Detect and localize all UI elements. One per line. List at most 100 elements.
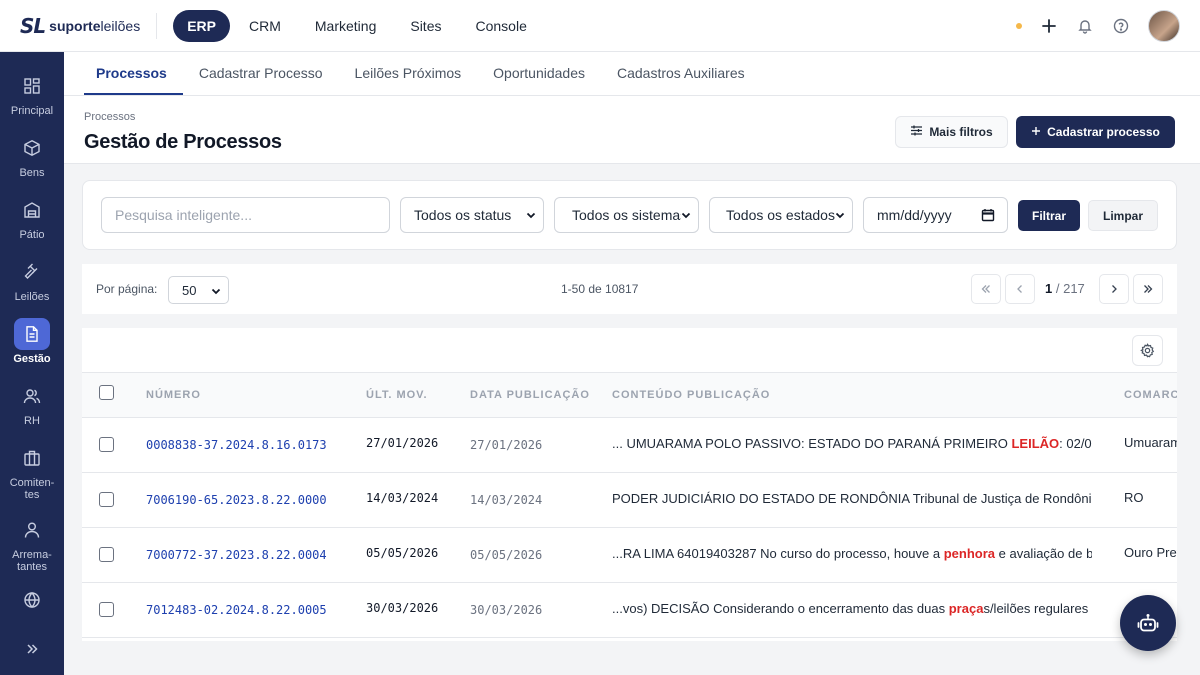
publication-date: 30/03/2026 (470, 603, 543, 617)
row-checkbox[interactable] (99, 492, 114, 507)
user-icon (14, 514, 50, 546)
table-header: NÚMERO ÚLT. MOV. DATA PUBLICAÇÃO CONTEÚD… (82, 372, 1177, 418)
sidebar: Principal Bens Pátio Leilões Gestão RH C… (0, 52, 64, 675)
sidebar-item-patio[interactable]: Pátio (0, 194, 64, 241)
topnav-erp[interactable]: ERP (173, 9, 230, 42)
row-checkbox[interactable] (99, 547, 114, 562)
new-process-button[interactable]: Cadastrar processo (1016, 116, 1175, 148)
status-dot (1016, 23, 1022, 29)
process-number-link[interactable]: 7000772-37.2023.8.22.0004 (146, 548, 327, 562)
tab-oportunidades[interactable]: Oportunidades (477, 52, 601, 95)
plus-icon (1031, 125, 1041, 139)
sidebar-item-comitentes[interactable]: Comiten-tes (0, 442, 64, 501)
page-indicator: 1 / 217 (1045, 281, 1085, 296)
process-number-link[interactable]: 7006190-65.2023.8.22.0000 (146, 493, 327, 507)
divider (156, 12, 158, 39)
status-select-value: Todos os status (414, 207, 512, 223)
last-page-button[interactable] (1133, 274, 1163, 304)
logo-mark: SL (20, 13, 46, 38)
chevron-down-icon (835, 210, 845, 220)
per-page-value: 50 (182, 282, 197, 298)
sidebar-item-rh[interactable]: RH (0, 380, 64, 427)
table-settings-button[interactable] (1132, 335, 1163, 366)
row-checkbox[interactable] (99, 437, 114, 452)
prev-page-button[interactable] (1005, 274, 1035, 304)
column-header[interactable]: DATA PUBLICAÇÃO (470, 389, 590, 401)
sidebar-item-bens[interactable]: Bens (0, 132, 64, 179)
sub-tabs: Processos Cadastrar Processo Leilões Pró… (64, 52, 1200, 96)
publication-date: 27/01/2026 (470, 438, 543, 452)
process-number-link[interactable]: 0008838-37.2024.8.16.0173 (146, 438, 327, 452)
publication-date: 05/05/2026 (470, 548, 543, 562)
search-input[interactable]: Pesquisa inteligente... (101, 197, 390, 233)
states-select[interactable]: Todos os estados (709, 197, 853, 233)
filter-button[interactable]: Filtrar (1018, 200, 1080, 231)
chevron-down-icon (681, 210, 691, 220)
table-row[interactable]: 7006190-65.2023.8.22.0000 14/03/2024 14/… (82, 473, 1177, 528)
top-right-actions (1016, 0, 1180, 52)
sidebar-item-arrematantes[interactable]: Arrema-tantes (0, 514, 64, 573)
sidebar-label: Bens (19, 167, 45, 179)
first-page-button[interactable] (971, 274, 1001, 304)
warehouse-icon (14, 194, 50, 226)
row-checkbox[interactable] (99, 602, 114, 617)
briefcase-icon (14, 442, 50, 474)
publication-content: ...vos) DECISÃO Considerando o encerrame… (612, 601, 1092, 616)
filter-bar: Pesquisa inteligente... Todos os status … (82, 180, 1177, 250)
systems-select[interactable]: Todos os sistemas (554, 197, 699, 233)
date-input[interactable]: mm/dd/yyyy (863, 197, 1008, 233)
sliders-icon (910, 124, 923, 140)
publication-content: ... UMUARAMA POLO PASSIVO: ESTADO DO PAR… (612, 436, 1092, 451)
more-filters-button[interactable]: Mais filtros (895, 116, 1008, 148)
tab-processos[interactable]: Processos (84, 52, 183, 95)
breadcrumb[interactable]: Processos (84, 111, 135, 123)
chevrons-right-icon[interactable] (25, 642, 39, 661)
sidebar-item-leiloes[interactable]: Leilões (0, 256, 64, 303)
new-process-label: Cadastrar processo (1047, 125, 1160, 139)
next-page-button[interactable] (1099, 274, 1129, 304)
avatar[interactable] (1148, 10, 1180, 42)
tab-cadastros-auxiliares[interactable]: Cadastros Auxiliares (601, 52, 761, 95)
table-row[interactable]: 7012483-02.2024.8.22.0005 30/03/2026 30/… (82, 583, 1177, 638)
chevron-down-icon (526, 212, 536, 219)
page-header: Processos Gestão de Processos Mais filtr… (64, 96, 1200, 164)
last-movement: 27/01/2026 (366, 436, 439, 450)
page-title: Gestão de Processos (84, 131, 282, 153)
per-page-select[interactable]: 50 (168, 276, 229, 304)
globe-icon (14, 584, 50, 616)
table-row[interactable]: 0008838-37.2024.8.16.0173 27/01/2026 27/… (82, 418, 1177, 473)
column-header[interactable]: COMARCA (1124, 389, 1177, 401)
tab-leiloes-proximos[interactable]: Leilões Próximos (339, 52, 478, 95)
topnav-console[interactable]: Console (460, 10, 541, 42)
sidebar-item-globe[interactable] (0, 584, 64, 616)
date-placeholder: mm/dd/yyyy (877, 207, 952, 223)
states-select-value: Todos os estados (726, 207, 835, 223)
calendar-icon[interactable] (981, 208, 995, 225)
sidebar-item-principal[interactable]: Principal (0, 70, 64, 117)
assistant-button[interactable] (1120, 595, 1176, 651)
sidebar-item-gestao[interactable]: Gestão (0, 318, 64, 365)
sidebar-label: Gestão (13, 353, 51, 365)
column-header[interactable]: ÚLT. MOV. (366, 389, 428, 401)
bell-icon[interactable] (1076, 17, 1094, 35)
comarca: Ouro Preto (1124, 545, 1177, 560)
topnav-sites[interactable]: Sites (395, 10, 456, 42)
select-all-checkbox[interactable] (99, 385, 114, 400)
per-page-label: Por página: (96, 282, 158, 296)
brand-logo[interactable]: SL suporteleilões (20, 0, 140, 52)
plus-icon[interactable] (1040, 17, 1058, 35)
topnav-marketing[interactable]: Marketing (300, 10, 391, 42)
main-content: Processos Cadastrar Processo Leilões Pró… (64, 52, 1200, 675)
last-movement: 05/05/2026 (366, 546, 439, 560)
process-number-link[interactable]: 7012483-02.2024.8.22.0005 (146, 603, 327, 617)
topnav-crm[interactable]: CRM (234, 10, 296, 42)
comarca: RO (1124, 490, 1144, 505)
sidebar-label: Principal (10, 105, 54, 117)
tab-cadastrar-processo[interactable]: Cadastrar Processo (183, 52, 339, 95)
status-select[interactable]: Todos os status (400, 197, 544, 233)
column-header[interactable]: NÚMERO (146, 389, 201, 401)
help-icon[interactable] (1112, 17, 1130, 35)
clear-button[interactable]: Limpar (1088, 200, 1158, 231)
table-row[interactable]: 7000772-37.2023.8.22.0004 05/05/2026 05/… (82, 528, 1177, 583)
column-header[interactable]: CONTEÚDO PUBLICAÇÃO (612, 389, 770, 401)
